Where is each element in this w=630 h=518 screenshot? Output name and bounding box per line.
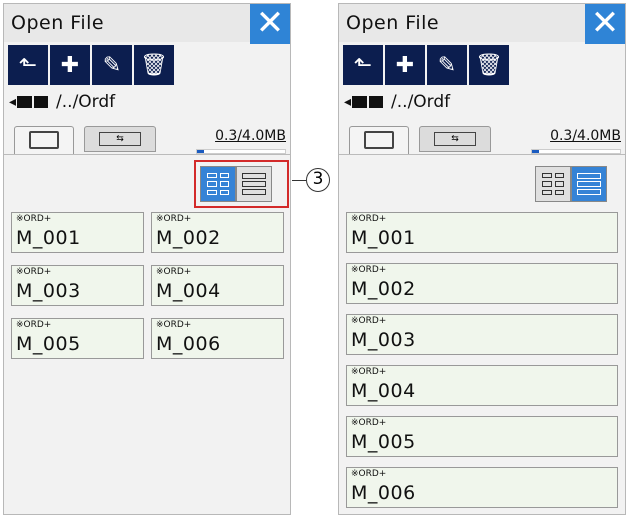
file-name: M_003 bbox=[351, 329, 416, 351]
grid-view-button[interactable] bbox=[535, 166, 571, 202]
file-item[interactable]: ※ORD+ M_001 bbox=[346, 212, 618, 253]
toolbar: ⬑ ✚ ✎ 🗑 bbox=[343, 45, 509, 85]
usb-icon: ⇆ bbox=[99, 132, 141, 146]
grid-view-icon bbox=[542, 173, 564, 195]
close-button[interactable]: ✕ bbox=[585, 4, 625, 44]
file-tag: ※ORD+ bbox=[351, 214, 387, 224]
breadcrumb: ◂ /../Ordf bbox=[9, 92, 115, 112]
file-item[interactable]: ※ORD+ M_001 bbox=[11, 212, 144, 253]
callout-highlight bbox=[194, 160, 289, 208]
usb-icon: ⇆ bbox=[434, 132, 476, 146]
file-name: M_003 bbox=[16, 280, 81, 302]
file-item[interactable]: ※ORD+ M_003 bbox=[11, 265, 144, 306]
dialog-title: Open File bbox=[346, 12, 440, 34]
rename-pencil-icon[interactable]: ✎ bbox=[427, 45, 467, 85]
back-arrow-icon[interactable]: ⬑ bbox=[8, 45, 48, 85]
callout-number: 3 bbox=[306, 168, 330, 192]
file-name: M_005 bbox=[16, 333, 81, 355]
open-file-panel-grid: Open File ✕ ⬑ ✚ ✎ 🗑 ◂ /../Ordf ⇆ 0.3/4.0… bbox=[3, 3, 291, 515]
file-tag: ※ORD+ bbox=[351, 316, 387, 326]
file-tag: ※ORD+ bbox=[16, 267, 52, 277]
machine-icon bbox=[352, 96, 368, 108]
machine-memory-icon bbox=[29, 131, 59, 149]
file-tag: ※ORD+ bbox=[156, 214, 192, 224]
title-bar: Open File ✕ bbox=[4, 4, 290, 44]
file-name: M_004 bbox=[156, 280, 221, 302]
delete-trash-icon[interactable]: 🗑 bbox=[469, 45, 509, 85]
storage-tabs: ⇆ 0.3/4.0MB bbox=[339, 122, 625, 155]
storage-tabs: ⇆ 0.3/4.0MB bbox=[4, 122, 290, 155]
file-name: M_005 bbox=[351, 431, 416, 453]
file-tag: ※ORD+ bbox=[351, 469, 387, 479]
file-tag: ※ORD+ bbox=[16, 214, 52, 224]
title-bar: Open File ✕ bbox=[339, 4, 625, 44]
path-arrow-icon: ◂ bbox=[9, 94, 17, 110]
path-text: /../Ordf bbox=[391, 92, 451, 112]
file-item[interactable]: ※ORD+ M_004 bbox=[346, 365, 618, 406]
delete-trash-icon[interactable]: 🗑 bbox=[134, 45, 174, 85]
file-name: M_002 bbox=[156, 227, 221, 249]
file-name: M_006 bbox=[156, 333, 221, 355]
file-item[interactable]: ※ORD+ M_004 bbox=[151, 265, 284, 306]
open-file-panel-list: Open File ✕ ⬑ ✚ ✎ 🗑 ◂ /../Ordf ⇆ 0.3/4.0… bbox=[338, 3, 626, 515]
dialog-title: Open File bbox=[11, 12, 105, 34]
machine-memory-icon bbox=[364, 131, 394, 149]
tab-machine-memory[interactable] bbox=[349, 126, 409, 155]
tab-usb[interactable]: ⇆ bbox=[84, 126, 156, 152]
file-item[interactable]: ※ORD+ M_005 bbox=[346, 416, 618, 457]
new-folder-icon[interactable]: ✚ bbox=[385, 45, 425, 85]
tab-machine-memory[interactable] bbox=[14, 126, 74, 155]
memory-usage: 0.3/4.0MB bbox=[215, 128, 286, 144]
file-name: M_006 bbox=[351, 482, 416, 504]
machine-icon bbox=[17, 96, 33, 108]
file-item[interactable]: ※ORD+ M_006 bbox=[151, 318, 284, 359]
file-name: M_002 bbox=[351, 278, 416, 300]
close-button[interactable]: ✕ bbox=[250, 4, 290, 44]
file-name: M_004 bbox=[351, 380, 416, 402]
memory-usage: 0.3/4.0MB bbox=[550, 128, 621, 144]
file-item[interactable]: ※ORD+ M_006 bbox=[346, 467, 618, 508]
list-view-icon bbox=[577, 173, 601, 195]
rename-pencil-icon[interactable]: ✎ bbox=[92, 45, 132, 85]
file-name: M_001 bbox=[16, 227, 81, 249]
file-tag: ※ORD+ bbox=[16, 320, 52, 330]
file-tag: ※ORD+ bbox=[351, 265, 387, 275]
file-item[interactable]: ※ORD+ M_002 bbox=[151, 212, 284, 253]
device-icon bbox=[34, 96, 49, 108]
back-arrow-icon[interactable]: ⬑ bbox=[343, 45, 383, 85]
toolbar: ⬑ ✚ ✎ 🗑 bbox=[8, 45, 174, 85]
file-item[interactable]: ※ORD+ M_003 bbox=[346, 314, 618, 355]
device-icon bbox=[369, 96, 384, 108]
file-tag: ※ORD+ bbox=[156, 320, 192, 330]
breadcrumb: ◂ /../Ordf bbox=[344, 92, 450, 112]
list-view-button[interactable] bbox=[571, 166, 607, 202]
file-tag: ※ORD+ bbox=[351, 367, 387, 377]
file-item[interactable]: ※ORD+ M_005 bbox=[11, 318, 144, 359]
path-arrow-icon: ◂ bbox=[344, 94, 352, 110]
tab-usb[interactable]: ⇆ bbox=[419, 126, 491, 152]
file-tag: ※ORD+ bbox=[351, 418, 387, 428]
new-folder-icon[interactable]: ✚ bbox=[50, 45, 90, 85]
file-item[interactable]: ※ORD+ M_002 bbox=[346, 263, 618, 304]
path-text: /../Ordf bbox=[56, 92, 116, 112]
file-name: M_001 bbox=[351, 227, 416, 249]
view-toggle bbox=[535, 166, 607, 202]
file-tag: ※ORD+ bbox=[156, 267, 192, 277]
